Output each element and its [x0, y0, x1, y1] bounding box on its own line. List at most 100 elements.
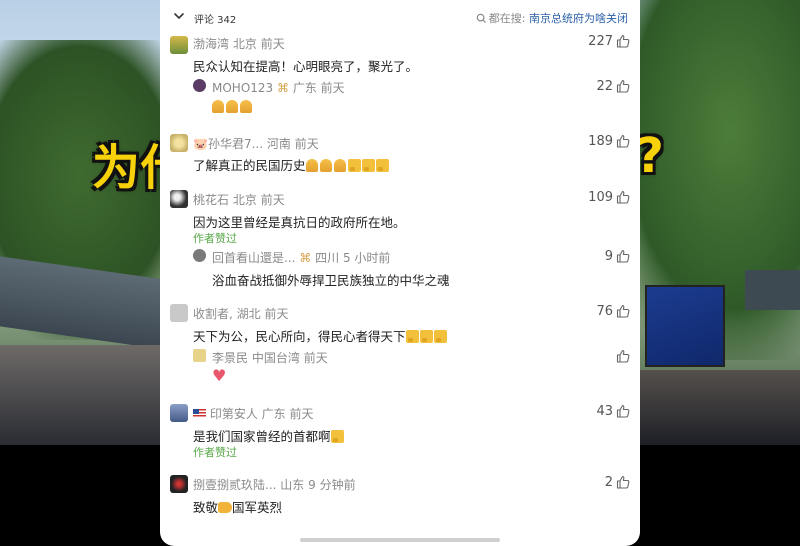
- search-term-link[interactable]: 南京总统府为啥关闭: [529, 12, 628, 25]
- author-badge-icon: ⌘: [277, 81, 289, 95]
- thumbs-up-icon: [616, 34, 630, 48]
- comment-text-row: 了解真正的民国历史: [193, 155, 390, 174]
- avatar[interactable]: [170, 190, 188, 208]
- thumbs-up-icon: [616, 475, 630, 489]
- username[interactable]: 收割者,: [193, 307, 233, 321]
- pray-emoji-icon: [212, 100, 224, 113]
- comment-text-suffix: 国军英烈: [232, 500, 283, 515]
- thumbs-up-emoji-icon: [361, 159, 375, 172]
- home-indicator[interactable]: [300, 538, 500, 542]
- author-liked-badge: 作者赞过: [193, 446, 237, 459]
- timestamp: 9 分钟前: [308, 478, 356, 492]
- avatar[interactable]: [170, 134, 188, 152]
- author-badge-icon: ⌘: [299, 251, 312, 265]
- author-liked-badge: 作者赞过: [193, 232, 237, 245]
- like-button[interactable]: 43: [596, 404, 630, 419]
- comment-count: 评论 342: [194, 15, 237, 26]
- pray-emoji-icon: [319, 159, 332, 172]
- heart-emoji-icon: ♥: [212, 366, 227, 385]
- flag-icon: [193, 409, 206, 418]
- comment-item: 桃花石 北京 前天 109 因为这里曾经是真抗日的政府所在地。 作者赞过 回首看…: [160, 190, 640, 290]
- username[interactable]: 桃花石: [193, 193, 229, 207]
- comment-item: 渤海湾 北京 前天 227 民众认知在提高！心明眼亮了，聚光了。 MOHO123…: [160, 34, 640, 119]
- reply-username[interactable]: MOHO123: [212, 81, 273, 95]
- reply-avatar[interactable]: [193, 349, 206, 362]
- username[interactable]: 捌壹捌贰玖陆...: [193, 478, 276, 492]
- like-count: 2: [604, 475, 613, 490]
- reply-username[interactable]: 回首看山還是...: [212, 251, 295, 265]
- thumbs-up-icon: [616, 304, 630, 318]
- comment-meta: 渤海湾 北京 前天: [193, 35, 285, 52]
- pray-emoji-icon: [333, 159, 346, 172]
- thumbs-up-emoji-icon: [375, 159, 389, 172]
- location: 山东: [280, 478, 305, 492]
- search-icon: [476, 13, 486, 24]
- comment-text: 天下为公，民心所向，得民心者得天下: [193, 329, 406, 344]
- reply-like-button[interactable]: [613, 349, 630, 364]
- like-button[interactable]: 76: [596, 304, 630, 319]
- reply-username[interactable]: 李景民: [212, 351, 248, 365]
- reply-timestamp: 前天: [303, 351, 328, 365]
- comment-item: 🐷孙华君7... 河南 前天 189 了解真正的民国历史: [160, 134, 640, 179]
- avatar[interactable]: [170, 475, 188, 493]
- comment-text-row: 天下为公，民心所向，得民心者得天下: [193, 326, 448, 345]
- reply-timestamp: 前天: [320, 81, 345, 95]
- comment-panel: 评论 342 都在搜: 南京总统府为啥关闭 渤海湾 北京 前天 227 民众认知…: [160, 0, 640, 546]
- chevron-down-icon[interactable]: [172, 9, 186, 23]
- username[interactable]: 印第安人: [210, 407, 258, 421]
- like-count: 76: [596, 304, 613, 319]
- location: 北京: [232, 193, 257, 207]
- comment-header: 评论 342 都在搜: 南京总统府为啥关闭: [160, 0, 640, 32]
- reply-avatar[interactable]: [193, 79, 206, 92]
- like-button[interactable]: 189: [588, 134, 630, 149]
- location: 河南: [266, 137, 291, 151]
- comment-text-row: 致敬 国军英烈: [193, 497, 282, 516]
- comment-meta: 桃花石 北京 前天: [193, 191, 285, 208]
- thumbs-up-icon: [616, 249, 630, 263]
- thumbs-up-emoji-icon: [419, 330, 433, 343]
- comment-meta: 收割者, 湖北 前天: [193, 305, 289, 322]
- location: 北京: [232, 37, 257, 51]
- username[interactable]: 渤海湾: [193, 37, 229, 51]
- reply-location: 中国台湾: [251, 351, 300, 365]
- thumbs-up-emoji-icon: [405, 330, 419, 343]
- reply-emoji-row: [212, 99, 254, 114]
- reply-like-button[interactable]: 22: [596, 79, 630, 94]
- reply-timestamp: 5 小时前: [342, 251, 391, 265]
- username[interactable]: 🐷孙华君7...: [193, 137, 263, 151]
- comment-text: 致敬: [193, 500, 219, 515]
- avatar[interactable]: [170, 404, 188, 422]
- thumbs-up-icon: [616, 190, 630, 204]
- reply-like-button[interactable]: 9: [605, 249, 630, 264]
- reply-emoji-row: ♥: [212, 366, 226, 385]
- comment-text: 了解真正的民国历史: [193, 158, 306, 173]
- comment-meta: 🐷孙华君7... 河南 前天: [193, 135, 319, 152]
- trending-search[interactable]: 都在搜: 南京总统府为啥关闭: [476, 10, 628, 26]
- crowd-right: [640, 370, 800, 445]
- pray-emoji-icon: [305, 159, 318, 172]
- comment-item: 捌壹捌贰玖陆... 山东 9 分钟前 2 致敬 国军英烈: [160, 475, 640, 520]
- avatar[interactable]: [170, 36, 188, 54]
- like-button[interactable]: 227: [588, 34, 630, 49]
- reply-avatar[interactable]: [193, 249, 206, 262]
- search-label: 都在搜:: [488, 12, 526, 25]
- like-count: 227: [588, 34, 613, 49]
- comment-item: 收割者, 湖北 前天 76 天下为公，民心所向，得民心者得天下 李景民 中国台湾…: [160, 304, 640, 394]
- thumbs-up-icon: [616, 404, 630, 418]
- comment-text: 是我们国家曾经的首都啊: [193, 429, 331, 444]
- location: 广东: [261, 407, 286, 421]
- avatar[interactable]: [170, 304, 188, 322]
- thumbs-up-emoji-icon: [330, 430, 344, 443]
- comment-meta: 印第安人 广东 前天: [193, 405, 314, 422]
- like-count: 43: [596, 404, 613, 419]
- like-button[interactable]: 2: [605, 475, 630, 490]
- thumbs-up-icon: [616, 134, 630, 148]
- comment-text: 民众认知在提高！心明眼亮了，聚光了。: [193, 59, 419, 74]
- video-caption-right: ?: [636, 128, 664, 184]
- like-count: 109: [588, 190, 613, 205]
- pray-emoji-icon: [226, 100, 238, 113]
- like-button[interactable]: 109: [588, 190, 630, 205]
- comment-text-row: 是我们国家曾经的首都啊: [193, 426, 345, 445]
- blue-notice-screen: [645, 285, 725, 367]
- like-count: 189: [588, 134, 613, 149]
